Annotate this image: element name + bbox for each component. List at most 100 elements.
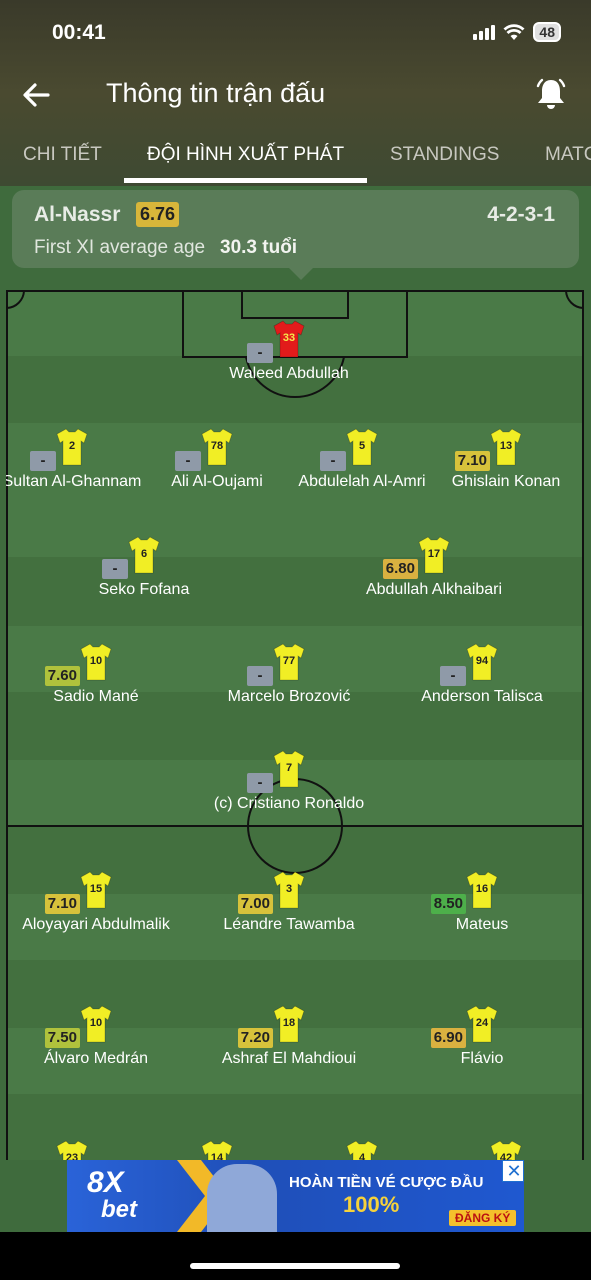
player-marker[interactable]: 4 xyxy=(282,1140,442,1160)
ad-signup-button[interactable]: ĐĂNG KÝ xyxy=(449,1210,517,1226)
player-rating-badge: 7.20 xyxy=(237,1028,273,1048)
tab-details[interactable]: CHI TIẾT xyxy=(23,144,102,166)
jersey-number: 42 xyxy=(499,1152,513,1160)
jersey-icon: 17 xyxy=(418,536,450,574)
tab-standings[interactable]: STANDINGS xyxy=(390,144,499,166)
ad-banner[interactable]: 8X bet HOÀN TIỀN VÉ CƯỢC ĐẦU 100% ĐĂNG K… xyxy=(67,1160,524,1232)
jersey-number: 10 xyxy=(89,1017,103,1029)
player-name: Seko Fofana xyxy=(98,581,190,598)
jersey-icon: 10 xyxy=(80,1005,112,1043)
player-marker[interactable]: 94- Anderson Talisca xyxy=(402,643,562,733)
player-name: Flávio xyxy=(460,1050,504,1067)
player-rating-badge: 6.80 xyxy=(382,559,418,579)
ad-close-button[interactable]: ✕ xyxy=(502,1160,524,1182)
player-name: Ghislain Konan xyxy=(451,473,561,490)
player-marker[interactable]: 16 8.50 Mateus xyxy=(402,871,562,961)
player-marker[interactable]: 10 7.50 Álvaro Medrán xyxy=(16,1005,176,1095)
jersey-number: 6 xyxy=(140,548,148,560)
team-name: Al-Nassr xyxy=(34,203,121,226)
player-name: Abdullah Alkhaibari xyxy=(365,581,503,598)
player-rating-badge: - xyxy=(102,559,128,579)
player-marker[interactable]: 24 6.90 Flávio xyxy=(402,1005,562,1095)
player-name: Anderson Talisca xyxy=(421,688,543,705)
player-marker[interactable]: 42 xyxy=(426,1140,584,1160)
team-rating-badge: 6.76 xyxy=(136,202,180,227)
player-name: Aloyayari Abdulmalik xyxy=(22,916,170,933)
player-marker[interactable]: 10 7.60 Sadio Mané xyxy=(16,643,176,733)
home-indicator[interactable] xyxy=(190,1263,400,1269)
status-icons: 48 xyxy=(473,22,561,42)
player-rating-badge: - xyxy=(247,773,273,793)
player-name: Mateus xyxy=(455,916,509,933)
player-marker[interactable]: 13 7.10 Ghislain Konan xyxy=(426,428,584,518)
back-arrow-icon[interactable] xyxy=(20,78,54,112)
player-rating-badge: 7.10 xyxy=(454,451,490,471)
jersey-number: 3 xyxy=(285,883,293,895)
jersey-number: 4 xyxy=(358,1152,366,1160)
jersey-icon: 42 xyxy=(490,1140,522,1160)
jersey-icon: 10 xyxy=(80,643,112,681)
player-marker[interactable]: 6- Seko Fofana xyxy=(64,536,224,626)
player-name: Léandre Tawamba xyxy=(223,916,355,933)
jersey-icon: 23 xyxy=(56,1140,88,1160)
active-tab-indicator xyxy=(124,178,367,183)
jersey-number: 2 xyxy=(68,440,76,452)
jersey-icon: 7 xyxy=(273,750,305,788)
title-bar: Thông tin trận đấu xyxy=(0,70,591,120)
ad-percent: 100% xyxy=(343,1192,400,1217)
team-formation: 4-2-3-1 xyxy=(487,203,555,226)
jersey-number: 18 xyxy=(282,1017,296,1029)
jersey-icon: 13 xyxy=(490,428,522,466)
player-marker[interactable]: 2- Sultan Al-Ghannam xyxy=(6,428,152,518)
jersey-number: 23 xyxy=(65,1152,79,1160)
player-marker[interactable]: 14 xyxy=(137,1140,297,1160)
player-marker[interactable]: 7- (c) Cristiano Ronaldo xyxy=(209,750,369,840)
ad-person-image xyxy=(207,1164,277,1232)
tab-starting-lineup[interactable]: ĐỘI HÌNH XUẤT PHÁT xyxy=(147,144,344,166)
player-marker[interactable]: 17 6.80 Abdullah Alkhaibari xyxy=(354,536,514,626)
battery-indicator: 48 xyxy=(533,22,561,42)
ad-logo-bottom: bet xyxy=(101,1196,137,1223)
status-bar: 00:41 48 xyxy=(0,18,591,48)
page-title: Thông tin trận đấu xyxy=(106,78,326,108)
player-marker[interactable]: 5- Abdulelah Al-Amri xyxy=(282,428,442,518)
player-name: Álvaro Medrán xyxy=(43,1050,149,1067)
player-marker[interactable]: 33- Waleed Abdullah xyxy=(209,320,369,410)
jersey-icon: 14 xyxy=(201,1140,233,1160)
bell-icon[interactable] xyxy=(533,76,569,112)
jersey-number: 17 xyxy=(427,548,441,560)
player-rating-badge: - xyxy=(320,451,346,471)
player-marker[interactable]: 18 7.20 Ashraf El Mahdioui xyxy=(209,1005,369,1095)
player-marker[interactable]: 23 xyxy=(6,1140,152,1160)
player-marker[interactable]: 15 7.10 Aloyayari Abdulmalik xyxy=(16,871,176,961)
jersey-number: 10 xyxy=(89,655,103,667)
ad-logo-top: 8X xyxy=(87,1166,124,1199)
jersey-icon: 94 xyxy=(466,643,498,681)
app-header: 00:41 48 Thông tin trận đấu CHI TIẾT ĐỘI… xyxy=(0,0,591,186)
jersey-icon: 5 xyxy=(346,428,378,466)
tab-matches[interactable]: MATC xyxy=(545,144,591,166)
jersey-number: 33 xyxy=(282,332,296,344)
player-rating-badge: 6.90 xyxy=(430,1028,466,1048)
player-name: Ashraf El Mahdioui xyxy=(221,1050,357,1067)
player-marker[interactable]: 3 7.00 Léandre Tawamba xyxy=(209,871,369,961)
jersey-icon: 2 xyxy=(56,428,88,466)
player-marker[interactable]: 78- Ali Al-Oujami xyxy=(137,428,297,518)
ad-headline: HOÀN TIỀN VÉ CƯỢC ĐẦU xyxy=(289,1174,484,1191)
jersey-number: 78 xyxy=(210,440,224,452)
player-rating-badge: - xyxy=(247,666,273,686)
ad-logo: 8X bet xyxy=(87,1166,167,1226)
jersey-icon: 18 xyxy=(273,1005,305,1043)
player-rating-badge: 7.00 xyxy=(237,894,273,914)
player-rating-badge: - xyxy=(30,451,56,471)
average-age-label: First XI average age xyxy=(34,237,206,258)
player-name: Marcelo Brozović xyxy=(227,688,351,705)
player-name: Sadio Mané xyxy=(53,688,139,705)
player-rating-badge: - xyxy=(440,666,466,686)
jersey-number: 7 xyxy=(285,762,293,774)
jersey-number: 94 xyxy=(475,655,489,667)
player-rating-badge: - xyxy=(247,343,273,363)
player-marker[interactable]: 77- Marcelo Brozović xyxy=(209,643,369,733)
jersey-icon: 33 xyxy=(273,320,305,358)
jersey-icon: 16 xyxy=(466,871,498,909)
